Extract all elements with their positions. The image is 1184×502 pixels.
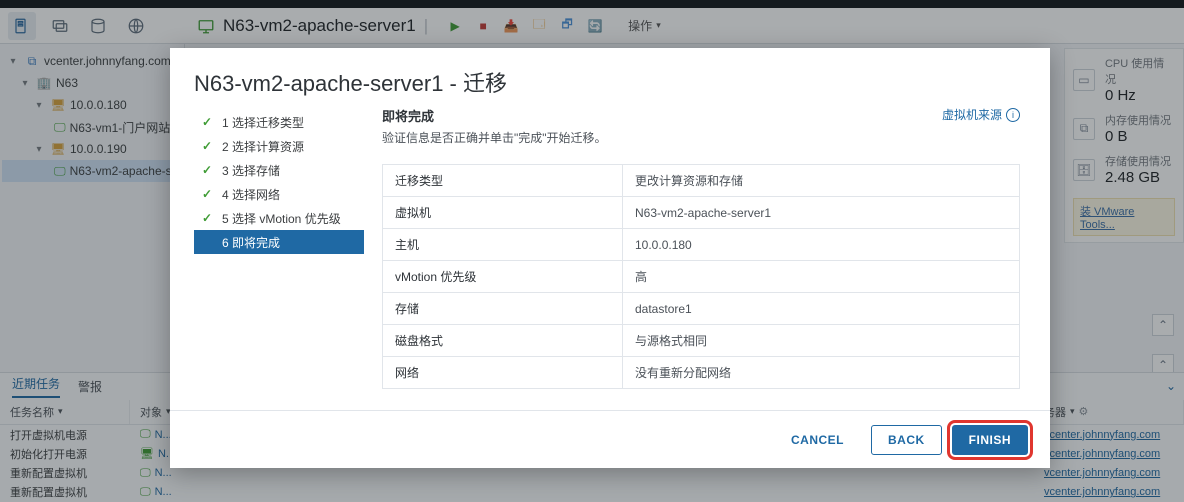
summary-row: vMotion 优先级高 bbox=[383, 261, 1020, 293]
summary-row: 存储datastore1 bbox=[383, 293, 1020, 325]
info-icon: i bbox=[1006, 108, 1020, 122]
summary-row: 磁盘格式与源格式相同 bbox=[383, 325, 1020, 357]
cancel-button[interactable]: CANCEL bbox=[774, 425, 861, 455]
finish-button[interactable]: FINISH bbox=[952, 425, 1028, 455]
pane-description: 验证信息是否正确并单击"完成"开始迁移。 bbox=[382, 129, 607, 146]
dialog-title: N63-vm2-apache-server1 - 迁移 bbox=[170, 48, 1050, 106]
summary-row: 主机10.0.0.180 bbox=[383, 229, 1020, 261]
summary-row: 网络没有重新分配网络 bbox=[383, 357, 1020, 389]
wizard-step-2[interactable]: 2 选择计算资源 bbox=[194, 134, 364, 158]
vm-source-link[interactable]: 虚拟机来源 i bbox=[942, 106, 1020, 123]
wizard-steps: 1 选择迁移类型 2 选择计算资源 3 选择存储 4 选择网络 5 选择 vMo… bbox=[194, 106, 364, 410]
wizard-step-1[interactable]: 1 选择迁移类型 bbox=[194, 110, 364, 134]
migrate-wizard-dialog: N63-vm2-apache-server1 - 迁移 1 选择迁移类型 2 选… bbox=[170, 48, 1050, 468]
wizard-step-4[interactable]: 4 选择网络 bbox=[194, 182, 364, 206]
summary-row: 虚拟机N63-vm2-apache-server1 bbox=[383, 197, 1020, 229]
summary-table: 迁移类型更改计算资源和存储 虚拟机N63-vm2-apache-server1 … bbox=[382, 164, 1020, 389]
wizard-step-5[interactable]: 5 选择 vMotion 优先级 bbox=[194, 206, 364, 230]
pane-title: 即将完成 bbox=[382, 106, 607, 125]
back-button[interactable]: BACK bbox=[871, 425, 942, 455]
wizard-step-3[interactable]: 3 选择存储 bbox=[194, 158, 364, 182]
summary-row: 迁移类型更改计算资源和存储 bbox=[383, 165, 1020, 197]
wizard-step-6[interactable]: 6 即将完成 bbox=[194, 230, 364, 254]
